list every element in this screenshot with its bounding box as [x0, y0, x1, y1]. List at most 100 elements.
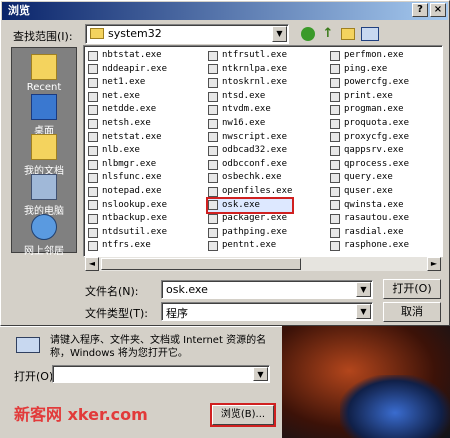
exe-file-icon — [208, 50, 218, 61]
file-item[interactable]: powercfg.exe — [330, 76, 409, 90]
exe-file-icon — [208, 132, 218, 143]
file-item-label: nlb.exe — [102, 145, 140, 156]
file-item[interactable]: ntkrnlpa.exe — [208, 63, 292, 77]
file-item[interactable]: proquota.exe — [330, 117, 409, 131]
dialog-title: 浏览 — [8, 4, 30, 17]
file-item[interactable]: nslookup.exe — [88, 199, 167, 213]
desktop-background-glow — [340, 375, 450, 438]
file-item[interactable]: netstat.exe — [88, 131, 167, 145]
scroll-thumb[interactable] — [101, 258, 301, 270]
open-button[interactable]: 打开(O) — [383, 279, 441, 299]
file-name-input[interactable]: osk.exe ▼ — [161, 280, 373, 299]
file-item[interactable]: ntdsutil.exe — [88, 226, 167, 240]
file-item[interactable]: query.exe — [330, 171, 409, 185]
help-button[interactable]: ? — [412, 3, 428, 17]
look-in-dropdown-arrow[interactable]: ▼ — [272, 26, 287, 42]
file-item[interactable]: nwscript.exe — [208, 131, 292, 145]
file-type-dropdown-arrow[interactable]: ▼ — [356, 304, 371, 319]
place-network[interactable]: 网上邻居 — [12, 214, 76, 257]
exe-file-icon — [88, 77, 98, 88]
file-item-label: nw16.exe — [222, 117, 266, 128]
back-icon[interactable] — [301, 27, 315, 41]
file-item[interactable]: nlb.exe — [88, 144, 167, 158]
file-type-label: 文件类型(T): — [85, 307, 149, 320]
file-item-label: print.exe — [344, 90, 393, 101]
file-item-label: ntkrnlpa.exe — [222, 63, 288, 74]
file-item[interactable]: quser.exe — [330, 185, 409, 199]
file-item[interactable]: notepad.exe — [88, 185, 167, 199]
exe-file-icon — [88, 173, 98, 184]
look-in-combo[interactable]: system32 ▼ — [85, 24, 289, 44]
exe-file-icon — [208, 91, 218, 102]
horizontal-scrollbar[interactable]: ◄ ► — [85, 257, 441, 271]
file-item[interactable]: perfmon.exe — [330, 49, 409, 63]
file-item[interactable]: nddeapir.exe — [88, 63, 167, 77]
file-item[interactable]: packager.exe — [208, 212, 292, 226]
file-item[interactable]: ntoskrnl.exe — [208, 76, 292, 90]
file-item[interactable]: rasdial.exe — [330, 226, 409, 240]
file-item[interactable]: rasphone.exe — [330, 239, 409, 253]
exe-file-icon — [208, 145, 218, 156]
file-item[interactable]: nbtstat.exe — [88, 49, 167, 63]
file-item-label: nbtstat.exe — [102, 50, 162, 60]
file-item-label: nwscript.exe — [222, 131, 288, 142]
place-my-documents[interactable]: 我的文档 — [12, 134, 76, 177]
file-item[interactable]: netdde.exe — [88, 103, 167, 117]
up-folder-icon[interactable]: ↑ — [321, 27, 335, 41]
file-item[interactable]: ntfrsutl.exe — [208, 49, 292, 63]
file-item[interactable]: nlbmgr.exe — [88, 158, 167, 172]
file-item[interactable]: pentnt.exe — [208, 239, 292, 253]
place-recent[interactable]: Recent — [12, 54, 76, 93]
run-open-dropdown-arrow[interactable]: ▼ — [253, 367, 268, 381]
scroll-left-button[interactable]: ◄ — [85, 257, 99, 271]
place-my-computer[interactable]: 我的电脑 — [12, 174, 76, 217]
my-documents-icon — [31, 134, 57, 160]
file-item[interactable]: net.exe — [88, 90, 167, 104]
file-item[interactable]: print.exe — [330, 90, 409, 104]
folder-icon — [90, 28, 104, 39]
my-computer-icon — [31, 174, 57, 200]
file-item[interactable]: openfiles.exe — [208, 185, 292, 199]
desktop-icon — [31, 94, 57, 120]
file-item[interactable]: ntfrs.exe — [88, 239, 167, 253]
file-item[interactable]: ping.exe — [330, 63, 409, 77]
file-item[interactable]: rasautou.exe — [330, 212, 409, 226]
file-item[interactable]: osbechk.exe — [208, 171, 292, 185]
exe-file-icon — [330, 77, 340, 88]
file-item[interactable]: ntvdm.exe — [208, 103, 292, 117]
file-item[interactable]: ntbackup.exe — [88, 212, 167, 226]
file-item[interactable]: qappsrv.exe — [330, 144, 409, 158]
place-desktop[interactable]: 桌面 — [12, 94, 76, 137]
file-item[interactable]: ntsd.exe — [208, 90, 292, 104]
file-item[interactable]: pathping.exe — [208, 226, 292, 240]
file-type-select[interactable]: 程序 ▼ — [161, 302, 373, 321]
exe-file-icon — [88, 105, 98, 116]
file-item[interactable]: odbcconf.exe — [208, 158, 292, 172]
file-list[interactable]: nbtstat.exe nddeapir.exe net1.exe net.exe ne… — [83, 45, 443, 257]
file-item-label: netdde.exe — [102, 104, 157, 115]
file-item[interactable]: netsh.exe — [88, 117, 167, 131]
run-open-input[interactable]: ▼ — [52, 365, 270, 383]
file-item-label: odbcconf.exe — [222, 158, 288, 169]
browse-button[interactable]: 浏览(B)... — [210, 403, 276, 427]
file-item[interactable]: proxycfg.exe — [330, 131, 409, 145]
file-item[interactable]: progman.exe — [330, 103, 409, 117]
file-item-label: nlbmgr.exe — [102, 158, 157, 169]
file-item[interactable]: qprocess.exe — [330, 158, 409, 172]
file-item[interactable]: osk.exe — [205, 196, 295, 215]
file-item[interactable]: qwinsta.exe — [330, 199, 409, 213]
file-item-label: rasphone.exe — [344, 240, 410, 251]
scroll-right-button[interactable]: ► — [427, 257, 441, 271]
new-folder-icon[interactable] — [341, 28, 355, 40]
cancel-button[interactable]: 取消 — [383, 302, 441, 322]
file-item[interactable]: net1.exe — [88, 76, 167, 90]
file-item[interactable]: nw16.exe — [208, 117, 292, 131]
file-item[interactable]: odbcad32.exe — [208, 144, 292, 158]
watermark-text: 新客网 xker.com — [14, 405, 148, 424]
file-item[interactable]: nlsfunc.exe — [88, 171, 167, 185]
run-open-label: 打开(O) — [14, 370, 54, 383]
places-bar: Recent 桌面 我的文档 我的电脑 网上邻居 — [11, 47, 77, 257]
close-button[interactable]: × — [430, 3, 446, 17]
file-name-dropdown-arrow[interactable]: ▼ — [356, 282, 371, 297]
view-menu-icon[interactable] — [361, 27, 379, 41]
